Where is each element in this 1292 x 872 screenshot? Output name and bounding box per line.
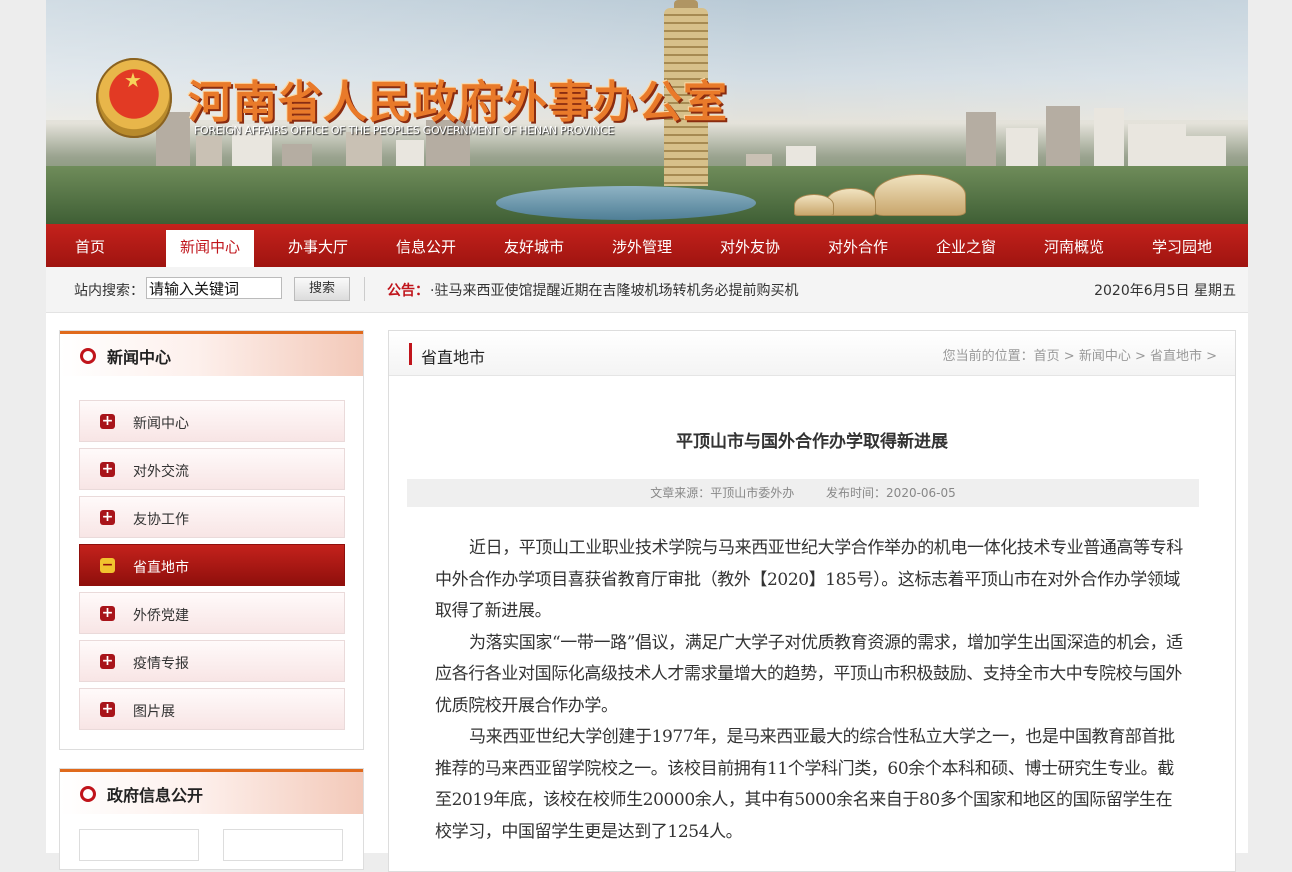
notice-link[interactable]: ·驻马来西亚使馆提醒近期在吉隆坡机场转机务必提前购买机 [430, 280, 798, 300]
search-label: 站内搜索： [74, 283, 144, 299]
site-subtitle: FOREIGN AFFAIRS OFFICE OF THE PEOPLES GO… [194, 124, 615, 137]
nav-item-enterprise[interactable]: 企业之窗 [922, 230, 1010, 267]
sidebar-item-label: 图片展 [133, 704, 175, 720]
sidebar-item-news-center[interactable]: + 新闻中心 [79, 400, 345, 442]
article-meta: 文章来源：平顶山市委外办 发布时间：2020-06-05 [407, 479, 1199, 507]
search-button[interactable]: 搜索 [294, 277, 350, 301]
search-bar: 站内搜索： 搜索 公告： ·驻马来西亚使馆提醒近期在吉隆坡机场转机务必提前购买机… [46, 267, 1248, 313]
section-marker [409, 343, 412, 365]
sidebar-item-exchange[interactable]: + 对外交流 [79, 448, 345, 490]
nav-item-foreign-mgmt[interactable]: 涉外管理 [598, 230, 686, 267]
sidebar-item-gallery[interactable]: + 图片展 [79, 688, 345, 730]
banner-lake [496, 186, 756, 220]
sidebar-header: 政府信息公开 [60, 769, 363, 814]
article-title: 平顶山市与国外合作办学取得新进展 [676, 432, 948, 452]
search-input[interactable] [146, 277, 282, 299]
minus-icon: − [100, 557, 115, 573]
page: ★ 河南省人民政府外事办公室 FOREIGN AFFAIRS OFFICE OF… [46, 0, 1248, 872]
sidebar-header: 新闻中心 [60, 331, 363, 376]
main-content: 省直地市 您当前的位置：首页 > 新闻中心 > 省直地市 > 平顶山市与国外合作… [388, 330, 1236, 872]
sidebar-item-provincial-cities[interactable]: − 省直地市 [79, 544, 345, 586]
info-tab[interactable] [223, 829, 343, 861]
section-title: 省直地市 [421, 348, 486, 367]
article-source: 文章来源：平顶山市委外办 [650, 486, 795, 500]
emblem-star-icon: ★ [124, 68, 142, 92]
sidebar-item-label: 外侨党建 [133, 608, 189, 624]
nav-item-info[interactable]: 信息公开 [382, 230, 470, 267]
article-time: 发布时间：2020-06-05 [826, 486, 956, 500]
main-nav: 首页 新闻中心 办事大厅 信息公开 友好城市 涉外管理 对外友协 对外合作 企业… [46, 224, 1248, 267]
current-date: 2020年6月5日 星期五 [1094, 283, 1236, 299]
plus-icon: + [100, 653, 115, 669]
dome-building [794, 194, 834, 216]
divider [364, 277, 365, 301]
nav-item-home[interactable]: 首页 [46, 230, 134, 267]
nav-item-services[interactable]: 办事大厅 [274, 230, 362, 267]
article-body: 近日，平顶山工业职业技术学院与马来西亚世纪大学合作举办的机电一体化技术专业普通高… [435, 533, 1187, 848]
plus-icon: + [100, 701, 115, 717]
plus-icon: + [100, 413, 115, 429]
notice-label: 公告： [387, 283, 429, 299]
sidebar-item-label: 新闻中心 [133, 416, 189, 432]
bullet-icon [80, 348, 96, 364]
sidebar-item-epidemic[interactable]: + 疫情专报 [79, 640, 345, 682]
bullet-icon [80, 786, 96, 802]
sidebar-news: 新闻中心 + 新闻中心 + 对外交流 + 友协工作 − 省直地市 + 外侨党建 … [59, 330, 364, 750]
nav-item-study[interactable]: 学习园地 [1138, 230, 1226, 267]
info-tab[interactable] [79, 829, 199, 861]
article-paragraph: 为落实国家“一带一路”倡议，满足广大学子对优质教育资源的需求，增加学生出国深造的… [435, 632, 1183, 716]
sidebar-item-label: 友协工作 [133, 512, 189, 528]
nav-item-friendship[interactable]: 对外友协 [706, 230, 794, 267]
nav-item-henan[interactable]: 河南概览 [1030, 230, 1118, 267]
header-banner: ★ 河南省人民政府外事办公室 FOREIGN AFFAIRS OFFICE OF… [46, 0, 1248, 224]
nav-item-cooperation[interactable]: 对外合作 [814, 230, 902, 267]
sidebar-item-party[interactable]: + 外侨党建 [79, 592, 345, 634]
article-paragraph: 近日，平顶山工业职业技术学院与马来西亚世纪大学合作举办的机电一体化技术专业普通高… [435, 538, 1183, 621]
plus-icon: + [100, 509, 115, 525]
dome-building [874, 174, 966, 216]
article-paragraph: 马来西亚世纪大学创建于1977年，是马来西亚最大的综合性私立大学之一，也是中国教… [435, 727, 1175, 842]
plus-icon: + [100, 461, 115, 477]
sidebar-title: 新闻中心 [107, 348, 172, 367]
nav-item-friendly-cities[interactable]: 友好城市 [490, 230, 578, 267]
nav-item-news[interactable]: 新闻中心 [166, 230, 254, 267]
sidebar-item-label: 对外交流 [133, 464, 189, 480]
site-title: 河南省人民政府外事办公室 [188, 77, 728, 128]
sidebar-title: 政府信息公开 [107, 786, 204, 805]
sidebar-item-label: 省直地市 [133, 560, 189, 576]
sidebar-item-friendship[interactable]: + 友协工作 [79, 496, 345, 538]
sidebar-item-label: 疫情专报 [133, 656, 189, 672]
plus-icon: + [100, 605, 115, 621]
breadcrumb[interactable]: 您当前的位置：首页 > 新闻中心 > 省直地市 > [943, 345, 1217, 364]
content-header: 省直地市 您当前的位置：首页 > 新闻中心 > 省直地市 > [389, 331, 1235, 376]
sidebar-gov-info: 政府信息公开 [59, 768, 364, 870]
